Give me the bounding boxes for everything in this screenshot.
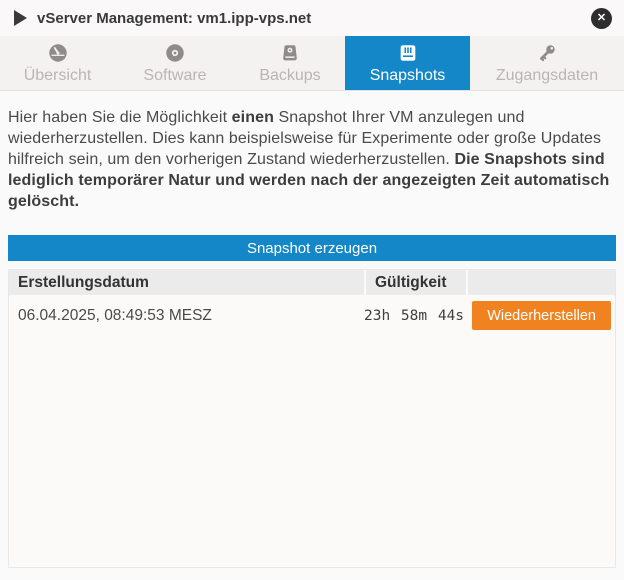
window-title: vServer Management: vm1.ipp-vps.net	[37, 10, 311, 27]
snapshot-icon	[397, 42, 419, 64]
tabbar: Übersicht Software Backup	[0, 36, 624, 91]
tab-uebersicht[interactable]: Übersicht	[0, 36, 115, 90]
gauge-icon	[47, 42, 69, 64]
key-icon	[536, 42, 558, 64]
header-erstellungsdatum: Erstellungsdatum	[9, 270, 364, 295]
tab-label: Übersicht	[24, 67, 92, 85]
tab-label: Zugangsdaten	[496, 67, 598, 85]
row-actions: Wiederherstellen	[464, 301, 615, 330]
create-snapshot-button[interactable]: Snapshot erzeugen	[8, 235, 616, 261]
tab-label: Software	[143, 67, 206, 85]
disc-icon	[164, 42, 186, 64]
snapshots-panel: Hier haben Sie die Möglichkeit einen Sna…	[0, 107, 624, 568]
vserver-management-window: vServer Management: vm1.ipp-vps.net ✕ Üb…	[0, 0, 624, 580]
tab-backups[interactable]: Backups	[235, 36, 345, 90]
desc-segment: Hier haben Sie die Möglichkeit	[8, 109, 232, 126]
header-gueltigkeit: Gültigkeit	[366, 270, 466, 295]
titlebar: vServer Management: vm1.ipp-vps.net ✕	[0, 0, 624, 36]
tab-label: Snapshots	[370, 67, 446, 85]
restore-button[interactable]: Wiederherstellen	[472, 301, 611, 330]
snapshot-created-date: 06.04.2025, 08:49:53 MESZ	[9, 307, 364, 325]
close-icon[interactable]: ✕	[591, 8, 612, 29]
table-header-row: Erstellungsdatum Gültigkeit	[9, 270, 615, 295]
table-row: 06.04.2025, 08:49:53 MESZ 23h 58m 44s Wi…	[9, 301, 615, 330]
tab-software[interactable]: Software	[115, 36, 235, 90]
snapshot-description: Hier haben Sie die Möglichkeit einen Sna…	[8, 107, 610, 212]
tab-zugangsdaten[interactable]: Zugangsdaten	[470, 36, 624, 90]
backup-icon	[279, 42, 301, 64]
play-icon	[14, 10, 27, 26]
header-actions	[468, 270, 615, 295]
tab-snapshots[interactable]: Snapshots	[345, 36, 470, 90]
snapshot-table: Erstellungsdatum Gültigkeit 06.04.2025, …	[8, 269, 616, 568]
snapshot-validity-countdown: 23h 58m 44s	[364, 308, 464, 324]
desc-segment-bold: einen	[232, 109, 274, 126]
tab-label: Backups	[259, 67, 320, 85]
